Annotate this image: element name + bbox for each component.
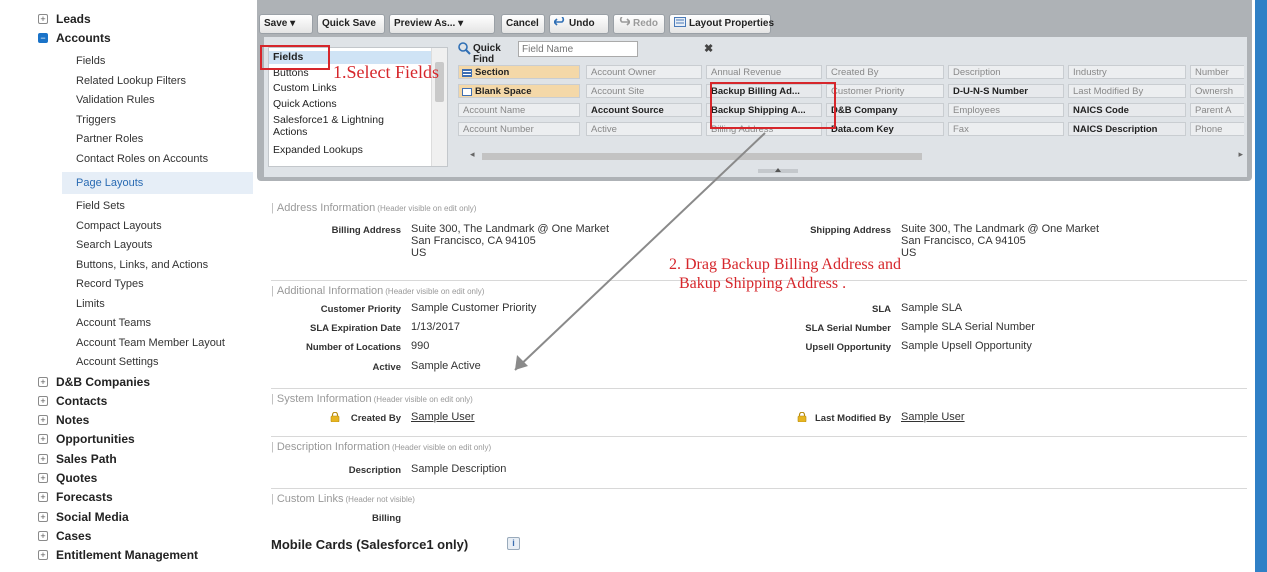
sidebar-subitem-related-lookup-filters[interactable]: Related Lookup Filters xyxy=(0,72,186,91)
sidebar-subitem-page-layouts[interactable]: Page Layouts xyxy=(62,172,253,194)
sidebar-subitem-search-layouts[interactable]: Search Layouts xyxy=(0,236,152,255)
expand-icon[interactable]: + xyxy=(38,415,48,426)
sidebar-item-label: D&B Companies xyxy=(56,374,151,389)
sidebar-item-entitlement-management[interactable]: + Entitlement Management xyxy=(0,546,198,565)
sidebar-subitem-account-team-member-layout[interactable]: Account Team Member Layout xyxy=(0,334,225,353)
sidebar-item-label: Sales Path xyxy=(56,451,117,466)
sidebar-item-notes[interactable]: + Notes xyxy=(0,411,89,430)
sidebar-item-label: Social Media xyxy=(56,509,129,524)
sidebar-subitem-validation-rules[interactable]: Validation Rules xyxy=(0,91,155,110)
expand-icon[interactable]: + xyxy=(38,473,48,483)
right-edge-bar xyxy=(1255,0,1267,572)
sidebar-item-label: Entitlement Management xyxy=(56,548,199,563)
sidebar-item-label: Accounts xyxy=(56,31,111,45)
collapse-icon[interactable]: − xyxy=(38,33,48,43)
sidebar-item-opportunities[interactable]: + Opportunities xyxy=(0,430,135,449)
sidebar-item-quotes[interactable]: + Quotes xyxy=(0,469,97,488)
expand-icon[interactable]: + xyxy=(38,453,48,464)
sidebar-item-contacts[interactable]: + Contacts xyxy=(0,392,107,411)
expand-icon[interactable]: + xyxy=(38,376,48,387)
sidebar-subitem-limits[interactable]: Limits xyxy=(0,295,105,314)
sidebar-item-cases[interactable]: + Cases xyxy=(0,527,91,546)
sidebar-subitem-contact-roles-on-accounts[interactable]: Contact Roles on Accounts xyxy=(0,150,208,169)
sidebar-subitem-partner-roles[interactable]: Partner Roles xyxy=(0,130,143,149)
drag-arrow xyxy=(514,132,766,371)
arrow-head-icon xyxy=(515,355,528,370)
page-layout-editor: Save ▾ Quick Save Preview As... ▾ Cancel… xyxy=(253,0,1267,572)
expand-icon[interactable]: + xyxy=(38,530,48,541)
sidebar-subitem-buttons-links-and-actions[interactable]: Buttons, Links, and Actions xyxy=(0,256,208,275)
sidebar-item-label: Notes xyxy=(56,413,90,428)
sidebar-item-sales-path[interactable]: + Sales Path xyxy=(0,450,117,469)
sidebar-item-leads[interactable]: + Leads xyxy=(0,10,91,29)
sidebar-item-accounts[interactable]: − Accounts xyxy=(0,29,111,48)
expand-icon[interactable]: + xyxy=(38,511,48,522)
expand-icon[interactable]: + xyxy=(38,550,48,561)
sidebar-item-label: Forecasts xyxy=(56,490,113,505)
sidebar-item-social-media[interactable]: + Social Media xyxy=(0,508,129,527)
expand-icon[interactable]: + xyxy=(38,492,48,503)
sidebar-item-forecasts[interactable]: + Forecasts xyxy=(0,488,113,507)
sidebar-subitem-fields[interactable]: Fields xyxy=(0,52,105,71)
sidebar-subitem-account-settings[interactable]: Account Settings xyxy=(0,353,159,372)
setup-sidebar: + Leads − Accounts Fields Related Lookup Filt… xyxy=(0,0,253,572)
expand-icon[interactable]: + xyxy=(38,434,48,445)
expand-icon[interactable]: + xyxy=(38,395,48,406)
sidebar-item-label: Quotes xyxy=(56,471,98,485)
sidebar-subitem-account-teams[interactable]: Account Teams xyxy=(0,314,151,333)
sidebar-subitem-triggers[interactable]: Triggers xyxy=(0,111,116,130)
expand-icon[interactable]: + xyxy=(38,14,48,24)
sidebar-subitem-record-types[interactable]: Record Types xyxy=(0,275,144,294)
sidebar-subitem-compact-layouts[interactable]: Compact Layouts xyxy=(0,217,162,236)
sidebar-item-label: Leads xyxy=(56,12,91,26)
sidebar-item-d-b-companies[interactable]: + D&B Companies xyxy=(0,373,150,392)
sidebar-item-label: Opportunities xyxy=(56,432,135,447)
sidebar-subitem-field-sets[interactable]: Field Sets xyxy=(0,197,125,216)
sidebar-item-label: Contacts xyxy=(56,393,108,408)
sidebar-item-label: Cases xyxy=(56,528,92,543)
